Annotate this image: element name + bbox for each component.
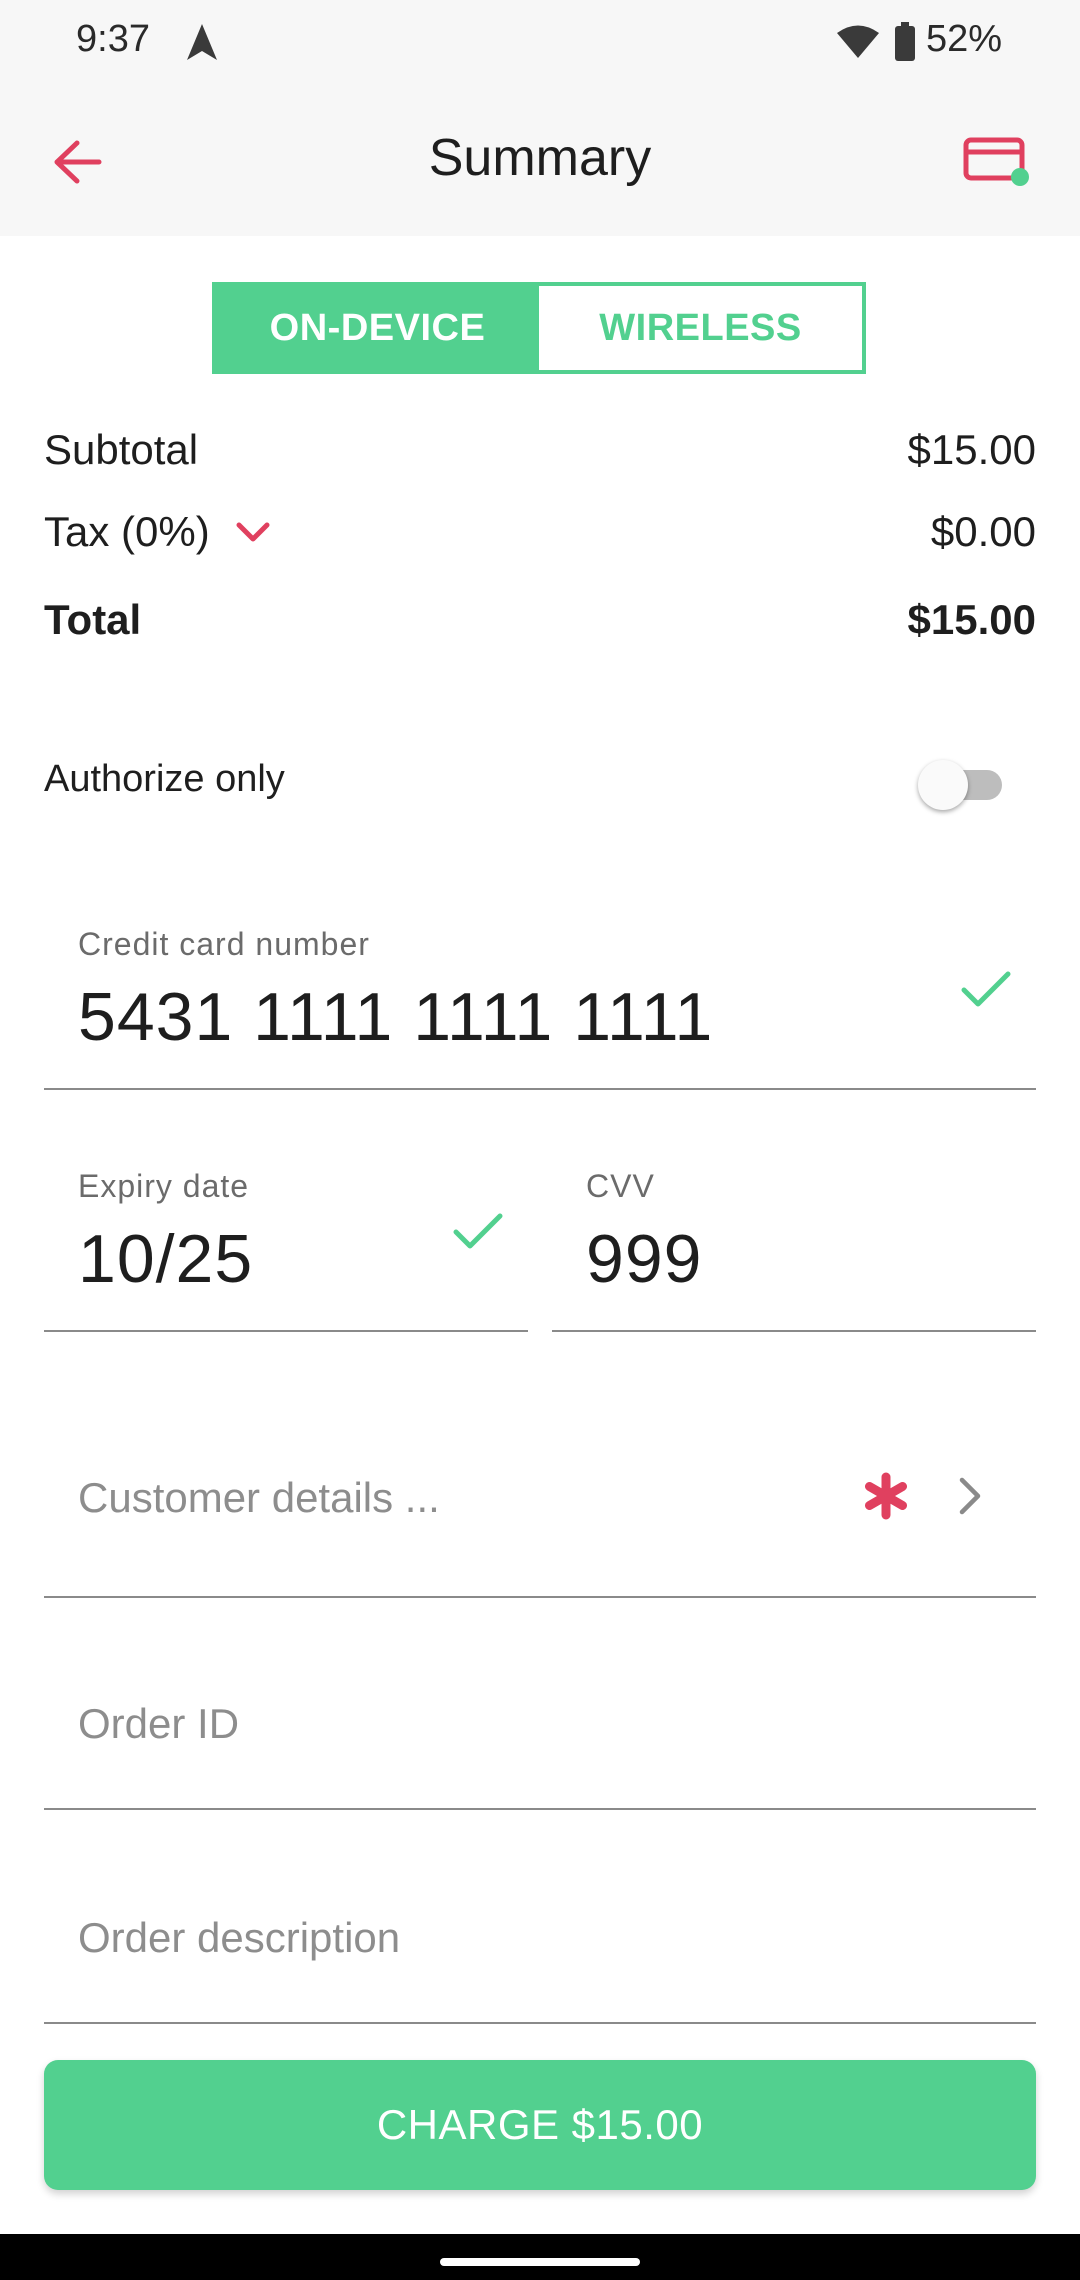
expiry-date-label: Expiry date bbox=[78, 1168, 250, 1204]
order-description-placeholder: Order description bbox=[78, 1914, 401, 1961]
battery-icon bbox=[895, 22, 915, 61]
required-asterisk-icon bbox=[865, 1472, 907, 1520]
tax-row: Tax (0%) $0.00 bbox=[44, 508, 1036, 556]
switch-thumb bbox=[918, 760, 968, 810]
order-id-field[interactable]: Order ID bbox=[44, 1620, 1036, 1810]
authorize-only-switch[interactable] bbox=[918, 756, 1006, 810]
check-icon bbox=[453, 1213, 503, 1249]
tab-wireless[interactable]: WIRELESS bbox=[539, 286, 862, 370]
chevron-down-icon bbox=[236, 522, 270, 542]
order-id-placeholder: Order ID bbox=[78, 1700, 240, 1747]
chevron-right-icon bbox=[959, 1477, 981, 1515]
system-navigation-bar bbox=[0, 2234, 1080, 2280]
tax-label: Tax (0%) bbox=[44, 508, 210, 555]
credit-card-number-label: Credit card number bbox=[78, 926, 370, 962]
total-row: Total $15.00 bbox=[44, 596, 1036, 644]
status-bar: 9:37 52% bbox=[0, 0, 1080, 84]
credit-card-number-value: 5431 1111 1111 1111 bbox=[78, 979, 714, 1055]
authorize-only-label: Authorize only bbox=[44, 758, 285, 800]
home-gesture-handle[interactable] bbox=[440, 2258, 640, 2266]
credit-card-number-field[interactable]: Credit card number 5431 1111 1111 1111 bbox=[44, 900, 1036, 1090]
total-value: $15.00 bbox=[907, 596, 1036, 643]
tax-value: $0.00 bbox=[930, 508, 1036, 555]
subtotal-value: $15.00 bbox=[907, 426, 1036, 473]
customer-details-field[interactable]: Customer details ... bbox=[44, 1400, 1036, 1598]
total-label: Total bbox=[44, 596, 142, 643]
check-icon bbox=[961, 971, 1011, 1007]
subtotal-row: Subtotal $15.00 bbox=[44, 426, 1036, 474]
page-title: Summary bbox=[428, 129, 652, 187]
charge-button[interactable]: CHARGE $15.00 bbox=[44, 2060, 1036, 2190]
customer-details-placeholder: Customer details ... bbox=[78, 1474, 440, 1521]
payment-mode-toggle: ON-DEVICE WIRELESS bbox=[212, 282, 866, 374]
tab-on-device[interactable]: ON-DEVICE bbox=[216, 286, 539, 370]
cvv-label: CVV bbox=[586, 1168, 655, 1204]
cvv-value: 999 bbox=[586, 1221, 703, 1297]
status-time: 9:37 bbox=[76, 18, 150, 60]
cvv-field[interactable]: CVV 999 bbox=[552, 1142, 1036, 1332]
tax-selector[interactable]: Tax (0%) bbox=[44, 508, 270, 556]
card-reader-button[interactable] bbox=[960, 124, 1040, 204]
navigation-arrow-icon bbox=[187, 24, 217, 60]
order-description-field[interactable]: Order description bbox=[44, 1832, 1036, 2024]
expiry-date-field[interactable]: Expiry date 10/25 bbox=[44, 1142, 528, 1332]
expiry-date-value: 10/25 bbox=[78, 1221, 254, 1297]
battery-percentage: 52% bbox=[926, 18, 1003, 60]
app-bar: Summary bbox=[0, 84, 1080, 236]
credit-card-icon bbox=[963, 137, 1029, 186]
wifi-icon bbox=[837, 25, 879, 58]
subtotal-label: Subtotal bbox=[44, 426, 199, 473]
